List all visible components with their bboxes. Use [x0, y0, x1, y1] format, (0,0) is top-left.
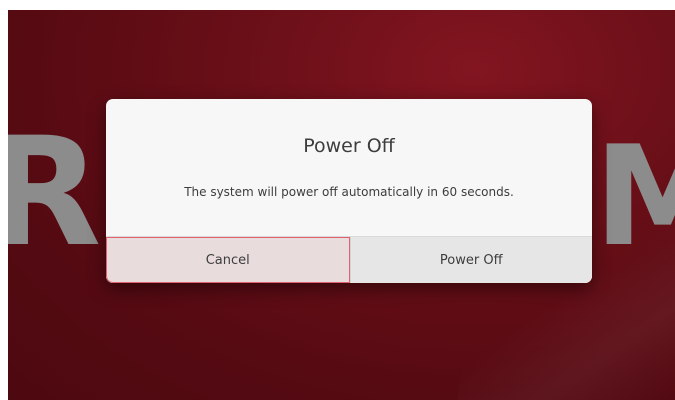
power-off-dialog: Power Off The system will power off auto… [106, 99, 592, 283]
dialog-message: The system will power off automatically … [184, 185, 514, 199]
wallpaper-logo-right: M [594, 116, 675, 277]
cancel-button[interactable]: Cancel [106, 237, 350, 283]
dialog-button-row: Cancel Power Off [106, 236, 592, 283]
dialog-title: Power Off [303, 135, 395, 157]
wallpaper-logo-left: R [8, 106, 101, 280]
power-off-button[interactable]: Power Off [349, 237, 592, 283]
